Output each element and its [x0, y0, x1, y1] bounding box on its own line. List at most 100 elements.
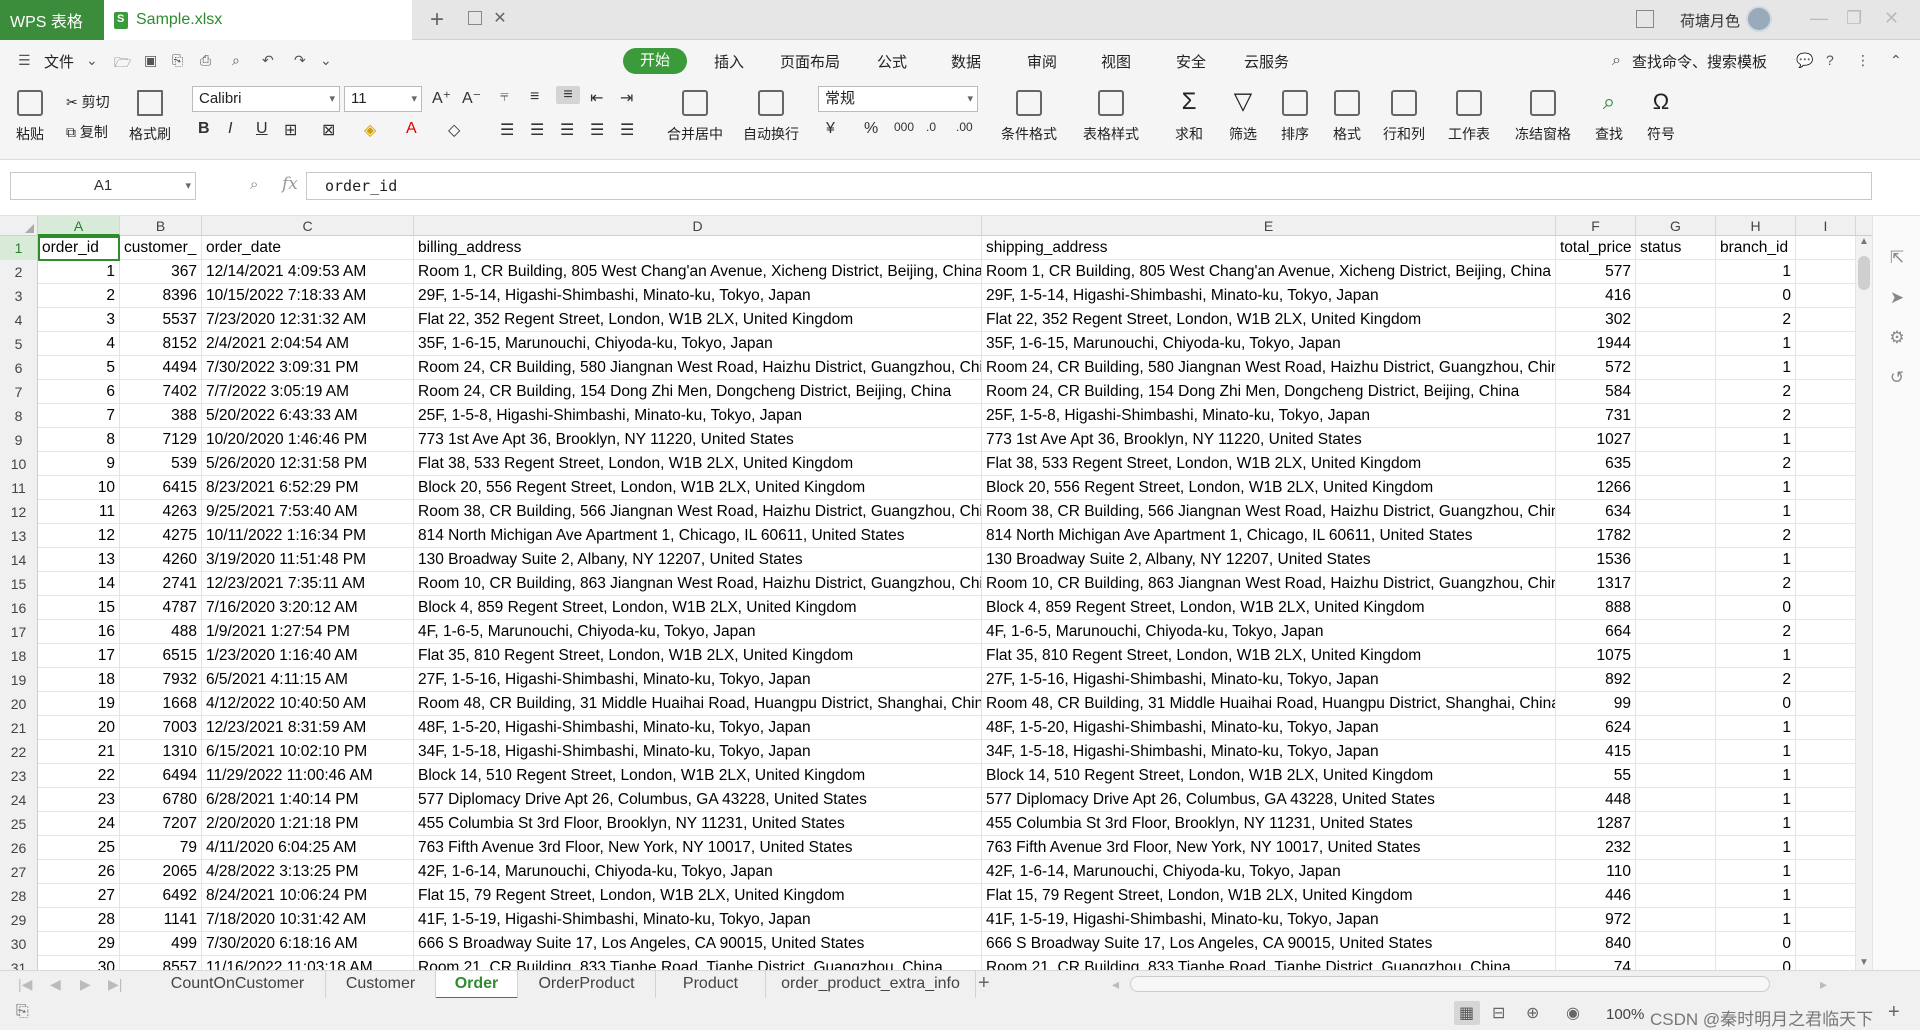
row-header[interactable]: 19	[0, 668, 38, 692]
cell-b13[interactable]: 4275	[120, 524, 202, 548]
cell-c26[interactable]: 4/11/2020 6:04:25 AM	[202, 836, 414, 860]
prev-sheet-icon[interactable]: ◀	[50, 976, 61, 993]
cell-e29[interactable]: 41F, 1-5-19, Higashi-Shimbashi, Minato-k…	[982, 908, 1556, 932]
cell-i6[interactable]	[1796, 356, 1856, 380]
cell-a13[interactable]: 12	[38, 524, 120, 548]
maximize-icon[interactable]: ❐	[1846, 8, 1862, 29]
scroll-up-icon[interactable]: ▲	[1859, 236, 1869, 247]
font-name-select[interactable]: Calibri	[192, 86, 340, 112]
cell-d24[interactable]: 577 Diplomacy Drive Apt 26, Columbus, GA…	[414, 788, 982, 812]
cell-b7[interactable]: 7402	[120, 380, 202, 404]
cell-e8[interactable]: 25F, 1-5-8, Higashi-Shimbashi, Minato-ku…	[982, 404, 1556, 428]
next-sheet-icon[interactable]: ▶	[80, 976, 91, 993]
cell-e3[interactable]: 29F, 1-5-14, Higashi-Shimbashi, Minato-k…	[982, 284, 1556, 308]
cell-b11[interactable]: 6415	[120, 476, 202, 500]
cell-e23[interactable]: Block 14, 510 Regent Street, London, W1B…	[982, 764, 1556, 788]
cell-i3[interactable]	[1796, 284, 1856, 308]
cell-i31[interactable]	[1796, 956, 1856, 970]
cell-d28[interactable]: Flat 15, 79 Regent Street, London, W1B 2…	[414, 884, 982, 908]
row-header[interactable]: 8	[0, 404, 38, 428]
cell-g25[interactable]	[1636, 812, 1716, 836]
row-header[interactable]: 2	[0, 260, 38, 284]
cell-a16[interactable]: 15	[38, 596, 120, 620]
cell-b16[interactable]: 4787	[120, 596, 202, 620]
cell-a17[interactable]: 16	[38, 620, 120, 644]
search-icon[interactable]: ⌕	[1612, 52, 1621, 70]
cell-e18[interactable]: Flat 35, 810 Regent Street, London, W1B …	[982, 644, 1556, 668]
thousands-icon[interactable]: 000	[894, 120, 914, 134]
horizontal-scrollbar[interactable]	[1130, 976, 1770, 992]
panel-icon[interactable]	[1636, 10, 1654, 28]
cell-f1[interactable]: total_price	[1556, 236, 1636, 260]
cell-e20[interactable]: Room 48, CR Building, 31 Middle Huaihai …	[982, 692, 1556, 716]
cell-d20[interactable]: Room 48, CR Building, 31 Middle Huaihai …	[414, 692, 982, 716]
column-header-a[interactable]: A	[38, 216, 120, 236]
copy-button[interactable]: ⧉ 复制	[66, 122, 108, 142]
page-layout-view-icon[interactable]: ⊟	[1492, 1003, 1505, 1023]
cell-g6[interactable]	[1636, 356, 1716, 380]
cell-i7[interactable]	[1796, 380, 1856, 404]
italic-icon[interactable]: I	[228, 120, 232, 138]
cell-a10[interactable]: 9	[38, 452, 120, 476]
cell-g29[interactable]	[1636, 908, 1716, 932]
column-header-d[interactable]: D	[414, 216, 982, 236]
conditional-format-button[interactable]: 条件格式	[992, 90, 1066, 144]
cell-d13[interactable]: 814 North Michigan Ave Apartment 1, Chic…	[414, 524, 982, 548]
cell-i9[interactable]	[1796, 428, 1856, 452]
cell-e10[interactable]: Flat 38, 533 Regent Street, London, W1B …	[982, 452, 1556, 476]
cell-e16[interactable]: Block 4, 859 Regent Street, London, W1B …	[982, 596, 1556, 620]
cell-c30[interactable]: 7/30/2020 6:18:16 AM	[202, 932, 414, 956]
cell-c29[interactable]: 7/18/2020 10:31:42 AM	[202, 908, 414, 932]
cell-b28[interactable]: 6492	[120, 884, 202, 908]
cell-h5[interactable]: 1	[1716, 332, 1796, 356]
cell-i28[interactable]	[1796, 884, 1856, 908]
cell-g19[interactable]	[1636, 668, 1716, 692]
increase-decimal-icon[interactable]: .0	[926, 120, 936, 134]
cell-d31[interactable]: Room 21, CR Building, 833 Tianhe Road, T…	[414, 956, 982, 970]
sheet-tab-countoncustomer[interactable]: CountOnCustomer	[150, 971, 326, 999]
cell-c3[interactable]: 10/15/2022 7:18:33 AM	[202, 284, 414, 308]
column-header-f[interactable]: F	[1556, 216, 1636, 236]
cell-e21[interactable]: 48F, 1-5-20, Higashi-Shimbashi, Minato-k…	[982, 716, 1556, 740]
cell-c25[interactable]: 2/20/2020 1:21:18 PM	[202, 812, 414, 836]
cell-f6[interactable]: 572	[1556, 356, 1636, 380]
cell-e12[interactable]: Room 38, CR Building, 566 Jiangnan West …	[982, 500, 1556, 524]
cell-a19[interactable]: 18	[38, 668, 120, 692]
column-header-g[interactable]: G	[1636, 216, 1716, 236]
search-command[interactable]: 查找命令、搜索模板	[1632, 51, 1767, 72]
cell-d16[interactable]: Block 4, 859 Regent Street, London, W1B …	[414, 596, 982, 620]
row-header[interactable]: 18	[0, 644, 38, 668]
scroll-left-icon[interactable]: ◂	[1112, 976, 1119, 993]
paste-button[interactable]: 粘贴	[10, 90, 50, 144]
cell-a28[interactable]: 27	[38, 884, 120, 908]
row-header[interactable]: 4	[0, 308, 38, 332]
cell-g3[interactable]	[1636, 284, 1716, 308]
cell-h26[interactable]: 1	[1716, 836, 1796, 860]
row-header[interactable]: 20	[0, 692, 38, 716]
cell-e27[interactable]: 42F, 1-6-14, Marunouchi, Chiyoda-ku, Tok…	[982, 860, 1556, 884]
minimize-icon[interactable]: —	[1810, 8, 1828, 29]
name-box[interactable]: A1	[10, 172, 196, 200]
cell-a23[interactable]: 22	[38, 764, 120, 788]
cell-g2[interactable]	[1636, 260, 1716, 284]
cell-h31[interactable]: 0	[1716, 956, 1796, 970]
cell-d15[interactable]: Room 10, CR Building, 863 Jiangnan West …	[414, 572, 982, 596]
cell-b2[interactable]: 367	[120, 260, 202, 284]
cell-g26[interactable]	[1636, 836, 1716, 860]
cell-c8[interactable]: 5/20/2022 6:43:33 AM	[202, 404, 414, 428]
cell-a26[interactable]: 25	[38, 836, 120, 860]
cell-f30[interactable]: 840	[1556, 932, 1636, 956]
cell-i13[interactable]	[1796, 524, 1856, 548]
cell-h9[interactable]: 1	[1716, 428, 1796, 452]
cell-h7[interactable]: 2	[1716, 380, 1796, 404]
cell-h13[interactable]: 2	[1716, 524, 1796, 548]
close-tab-icon[interactable]: ✕	[492, 11, 508, 27]
cell-d27[interactable]: 42F, 1-6-14, Marunouchi, Chiyoda-ku, Tok…	[414, 860, 982, 884]
cell-f18[interactable]: 1075	[1556, 644, 1636, 668]
cell-b26[interactable]: 79	[120, 836, 202, 860]
collapse-ribbon-icon[interactable]: ⌃	[1890, 52, 1902, 69]
cell-i8[interactable]	[1796, 404, 1856, 428]
cell-b24[interactable]: 6780	[120, 788, 202, 812]
cell-a15[interactable]: 14	[38, 572, 120, 596]
cell-f17[interactable]: 664	[1556, 620, 1636, 644]
